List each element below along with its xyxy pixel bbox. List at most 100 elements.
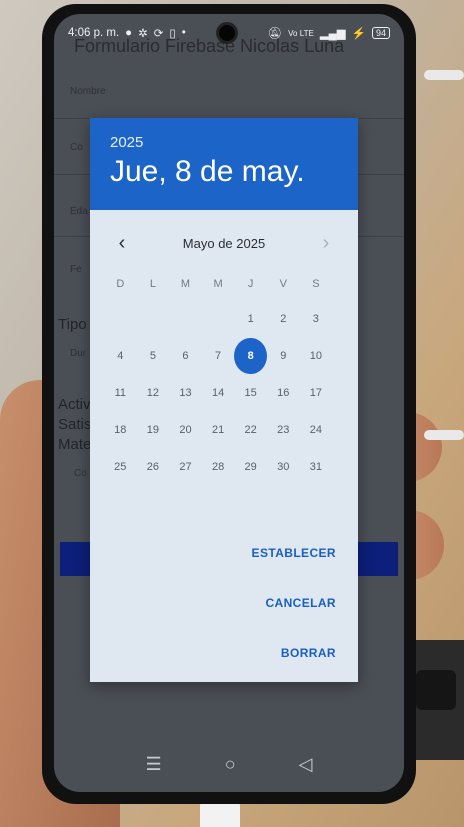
day-number: 4 [117,349,124,362]
date-picker-dialog: 2025 Jue, 8 de may. ‹ Mayo de 2025 › DLM… [90,118,358,682]
empty-cell [104,300,137,337]
field-edad[interactable]: Eda [70,206,88,217]
calendar-day[interactable]: 28 [202,448,235,485]
back-icon[interactable]: ◁ [299,754,313,775]
cancel-button[interactable]: CANCELAR [252,596,336,610]
empty-cell [169,300,202,337]
day-number: 27 [179,460,192,473]
home-icon[interactable]: ○ [225,754,236,775]
calendar-day[interactable]: 20 [169,411,202,448]
day-number: 1 [247,312,254,325]
empty-cell [202,300,235,337]
sync-icon: ⟳ [153,28,164,40]
battery-level: 94 [371,27,390,39]
field-nombre[interactable]: Nombre [70,86,106,97]
day-number: 13 [179,386,192,399]
recents-icon[interactable]: ☰ [146,754,162,775]
screen: Formulario Firebase Nicolas Luna Nombre … [54,14,404,792]
calendar-day[interactable]: 25 [104,448,137,485]
day-number: 19 [146,423,160,436]
system-nav-bar: ☰ ○ ◁ [54,736,404,792]
day-number: 6 [182,349,189,362]
calendar-day[interactable]: 21 [202,411,235,448]
weekday-header: S [312,278,320,290]
calendar-day[interactable]: 31 [300,448,333,485]
calendar-day[interactable]: 29 [234,448,267,485]
calendar-day[interactable]: 16 [267,374,300,411]
signal-icon: ▂▄▆ [319,28,346,40]
link-text[interactable]: Co [74,468,87,479]
calendar-day[interactable]: 17 [300,374,333,411]
weekday-header: M [213,278,223,290]
selected-day[interactable]: 8 [234,337,267,374]
day-number: 15 [244,386,257,399]
cable [424,430,464,440]
chevron-left-icon[interactable]: ‹ [112,232,132,255]
calendar-day[interactable]: 1 [234,300,267,337]
day-number: 12 [146,386,160,399]
calendar-day[interactable]: 22 [234,411,267,448]
front-camera [216,22,238,44]
day-number: 18 [114,423,127,436]
day-number: 26 [146,460,160,473]
day-number: 11 [114,386,126,399]
day-number: 29 [244,460,257,473]
weekday-header: D [116,278,125,290]
clear-button[interactable]: BORRAR [252,646,336,660]
tipo-option[interactable]: Dur [70,348,86,359]
charging-icon: ⚡ [351,28,366,40]
day-number: 23 [277,423,290,436]
calendar-day[interactable]: 12 [137,374,170,411]
settings-icon: ✲ [138,28,148,40]
calendar-day[interactable]: 9 [267,337,300,374]
weekday-header: L [149,278,156,290]
calendar-day[interactable]: 11 [104,374,137,411]
section-tipo: Tipo [58,316,87,333]
day-number: 25 [114,460,127,473]
cable [424,70,464,80]
calendar-day[interactable]: 3 [300,300,333,337]
set-button[interactable]: ESTABLECER [252,546,336,560]
calendar-day[interactable]: 26 [137,448,170,485]
notification-icon: ● [125,27,133,39]
day-number: 5 [149,349,156,362]
calendar-day[interactable]: 5 [137,337,170,374]
field-fecha[interactable]: Fe [70,264,82,275]
calendar-day[interactable]: 4 [104,337,137,374]
calendar-day[interactable]: 27 [169,448,202,485]
calendar-day[interactable]: 19 [137,411,170,448]
calendar-day[interactable]: 2 [267,300,300,337]
section-activ-1: Activ [58,396,91,413]
calendar-grid: D L M M J V S 1 2 3 4 5 6 7 8 9 10 11 12 13 14 15 16 17 18 19 20 21… [90,268,358,485]
calendar-day[interactable]: 23 [267,411,300,448]
chevron-right-icon[interactable]: › [316,232,336,255]
selected-date: Jue, 8 de may. [110,155,305,188]
calendar-day[interactable]: 30 [267,448,300,485]
clock: 4:06 p. m. [68,27,120,39]
field-correo[interactable]: Co [70,142,83,153]
year-selector[interactable]: 2025 [110,134,338,151]
clipboard-icon: ▯ [169,28,176,40]
dot-icon: • [181,27,186,39]
calendar-day[interactable]: 10 [300,337,333,374]
mute-icon: 🔕︎ [267,28,283,40]
volte-label: Vo LTE [288,28,314,38]
usb-cable [200,800,240,827]
day-number: 17 [309,386,322,399]
calendar-day[interactable]: 14 [202,374,235,411]
calendar-day[interactable]: 15 [234,374,267,411]
calendar-day[interactable]: 24 [300,411,333,448]
calendar-day[interactable]: 13 [169,374,202,411]
month-navigation: ‹ Mayo de 2025 › [90,218,358,268]
dialog-header: 2025 Jue, 8 de may. [90,118,358,210]
weekday-header: V [279,278,287,290]
day-number: 16 [277,386,290,399]
day-number: 22 [244,423,257,436]
dialog-actions: ESTABLECER CANCELAR BORRAR [252,546,336,696]
calendar-day[interactable]: 18 [104,411,137,448]
day-number: 30 [277,460,290,473]
day-number: 21 [211,423,225,436]
phone: Formulario Firebase Nicolas Luna Nombre … [42,4,416,804]
calendar-day[interactable]: 7 [202,337,235,374]
calendar-day[interactable]: 6 [169,337,202,374]
